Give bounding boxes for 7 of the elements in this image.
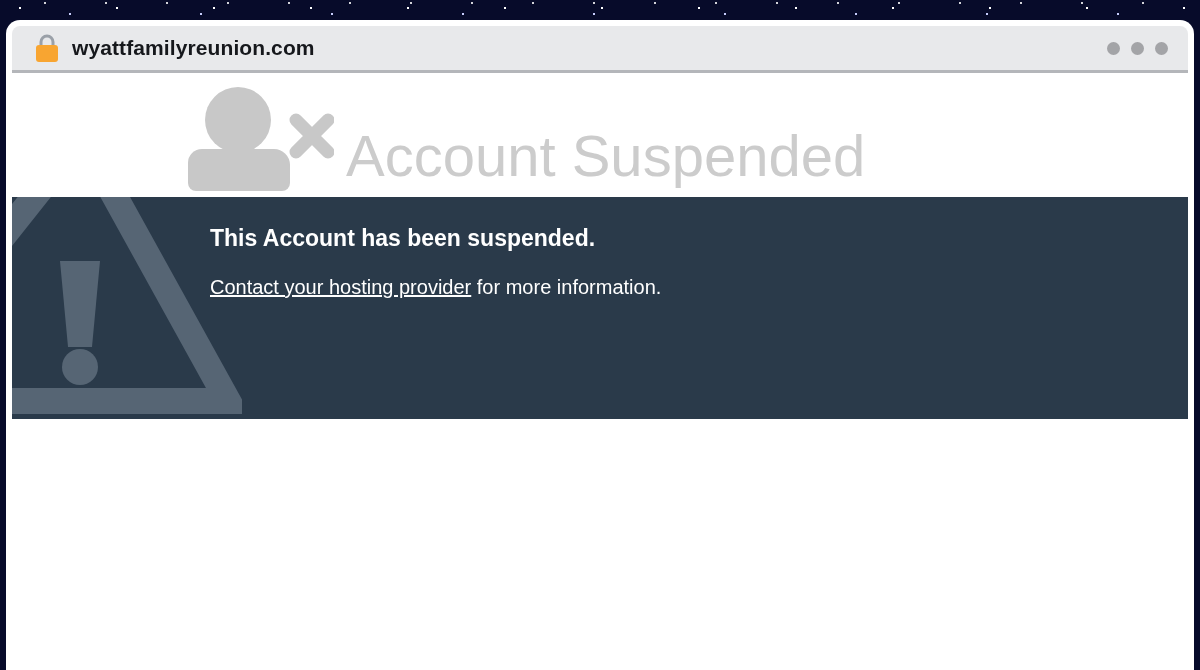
lock-icon xyxy=(36,34,58,62)
url-text: wyattfamilyreunion.com xyxy=(72,36,315,60)
user-remove-icon xyxy=(188,87,334,191)
notice-text: Contact your hosting provider for more information. xyxy=(210,276,663,299)
dots-icon xyxy=(1107,41,1168,55)
hosting-provider-link[interactable]: Contact your hosting provider xyxy=(210,276,472,298)
notice-title: This Account has been suspended. xyxy=(210,225,597,252)
